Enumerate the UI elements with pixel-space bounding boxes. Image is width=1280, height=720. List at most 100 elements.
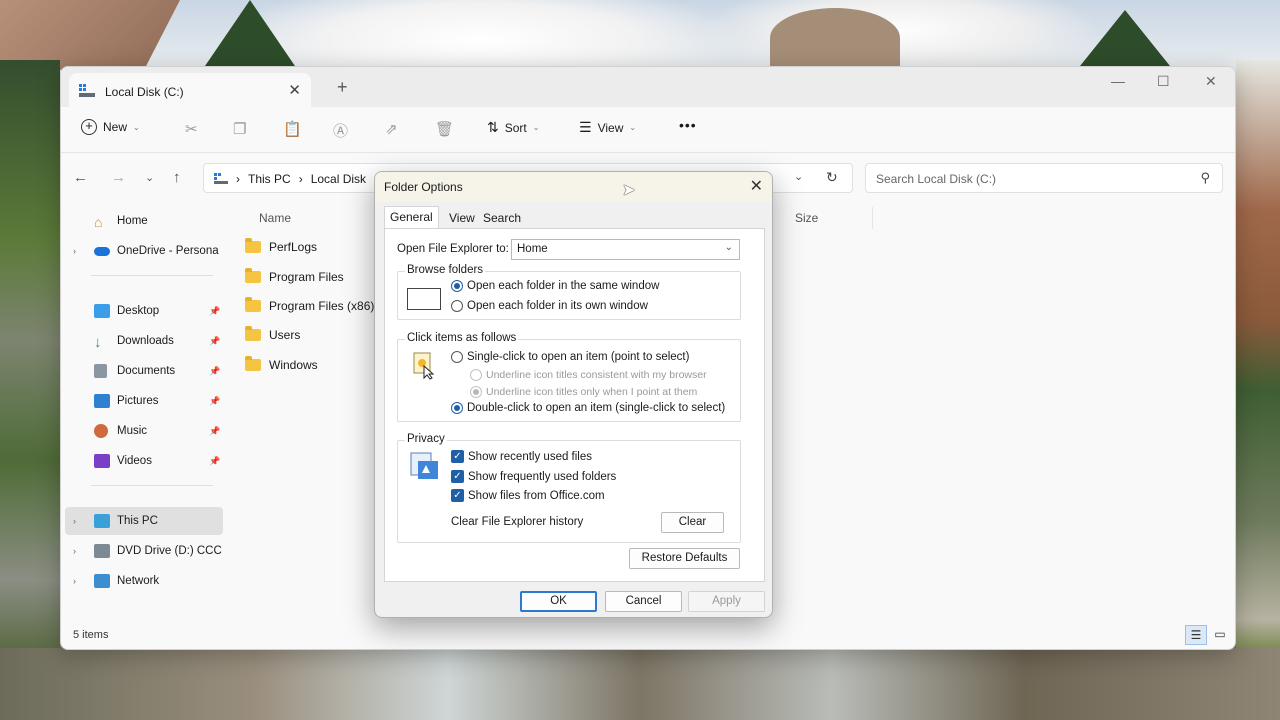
radio-underline-browser[interactable]: Underline icon titles consistent with my… [470, 369, 707, 381]
sidebar-item-music[interactable]: Music 📌 [61, 417, 223, 445]
checkmark-icon: ✓ [451, 470, 464, 483]
sidebar-item-this-pc[interactable]: › This PC [65, 507, 223, 535]
checkbox-frequent-folders[interactable]: ✓ Show frequently used folders [451, 470, 616, 483]
tab-general[interactable]: General [384, 206, 439, 229]
list-item[interactable]: Windows [245, 353, 318, 377]
checkbox-label: Show frequently used folders [468, 470, 617, 483]
maximize-button[interactable]: ☐ [1157, 73, 1170, 90]
clear-button[interactable]: Clear [661, 512, 724, 533]
chevron-right-icon[interactable]: › [73, 246, 76, 256]
pc-icon [94, 514, 110, 528]
pin-icon[interactable]: 📌 [209, 336, 220, 347]
sort-label: Sort [504, 120, 527, 135]
sidebar-item-home[interactable]: ⌂ Home [61, 207, 223, 235]
column-header-name[interactable]: Name [259, 211, 291, 225]
mouse-pointer-icon: ➤ [622, 182, 636, 199]
sidebar-item-label: Videos [117, 455, 152, 467]
radio-underline-point[interactable]: Underline icon titles only when I point … [470, 386, 697, 398]
radio-own-window[interactable]: Open each folder in its own window [451, 300, 648, 312]
refresh-icon[interactable]: ↻ [826, 169, 838, 186]
cut-icon[interactable]: ✂ [185, 120, 198, 138]
recent-locations-icon[interactable]: ⌄ [145, 171, 154, 184]
radio-dot [470, 386, 482, 398]
folder-icon [245, 356, 261, 371]
divider [91, 275, 213, 276]
rename-icon[interactable]: Ⓐ [333, 120, 348, 141]
folder-icon [245, 238, 261, 253]
close-window-button[interactable]: ✕ [1205, 73, 1217, 90]
close-icon[interactable]: ✕ [750, 176, 763, 196]
sidebar-item-dvd-drive[interactable]: › DVD Drive (D:) CCC [61, 537, 223, 565]
tab-local-disk[interactable]: Local Disk (C:) ✕ [69, 73, 311, 107]
sidebar-item-onedrive[interactable]: › OneDrive - Persona [61, 237, 223, 265]
tiles-view-icon[interactable]: ▭ [1209, 625, 1231, 645]
checkbox-recent-files[interactable]: ✓ Show recently used files [451, 450, 592, 463]
minimize-button[interactable]: — [1111, 73, 1125, 89]
paste-icon[interactable]: 📋 [283, 120, 302, 138]
sidebar-item-label: Network [117, 575, 160, 587]
breadcrumb-this-pc[interactable]: This PC [248, 172, 291, 186]
pin-icon[interactable]: 📌 [209, 396, 220, 407]
apply-button[interactable]: Apply [688, 591, 765, 612]
column-header-size[interactable]: Size [795, 211, 818, 225]
list-item[interactable]: Program Files (x86) [245, 294, 374, 318]
cancel-button[interactable]: Cancel [605, 591, 682, 612]
copy-icon[interactable]: ❐ [233, 120, 246, 138]
list-item[interactable]: Users [245, 323, 300, 347]
list-item[interactable]: PerfLogs [245, 235, 317, 259]
share-icon[interactable]: ⇗ [385, 120, 398, 138]
restore-defaults-button[interactable]: Restore Defaults [629, 548, 740, 569]
new-button[interactable]: + New ⌄ [81, 119, 140, 135]
radio-dot [451, 351, 463, 363]
back-arrow-icon[interactable]: ← [73, 169, 88, 186]
address-dropdown-icon[interactable]: ⌄ [794, 170, 803, 183]
radio-label: Open each folder in its own window [467, 300, 648, 312]
chevron-right-icon[interactable]: › [73, 576, 76, 586]
drive-icon [79, 84, 95, 97]
view-button[interactable]: ☰ View ⌄ [579, 119, 636, 136]
open-to-select[interactable]: Home ⌄ [511, 239, 740, 260]
ok-button[interactable]: OK [520, 591, 597, 612]
up-arrow-icon[interactable]: ↑ [173, 169, 181, 186]
sidebar-item-downloads[interactable]: ↓ Downloads 📌 [61, 327, 223, 355]
delete-icon[interactable]: 🗑 [435, 120, 454, 138]
pin-icon[interactable]: 📌 [209, 426, 220, 437]
chevron-down-icon: ⌄ [629, 123, 637, 132]
sidebar-item-desktop[interactable]: Desktop 📌 [61, 297, 223, 325]
radio-single-click[interactable]: Single-click to open an item (point to s… [451, 351, 689, 363]
tab-view[interactable]: View [444, 208, 480, 229]
tab-search[interactable]: Search [478, 208, 526, 229]
chevron-right-icon[interactable]: › [73, 516, 76, 526]
search-input[interactable]: Search Local Disk (C:) ⚲ [865, 163, 1223, 193]
search-icon[interactable]: ⚲ [1200, 170, 1210, 186]
chevron-right-icon[interactable]: › [73, 546, 76, 556]
pin-icon[interactable]: 📌 [209, 366, 220, 377]
sidebar-item-documents[interactable]: Documents 📌 [61, 357, 223, 385]
videos-icon [94, 454, 110, 468]
sidebar-item-network[interactable]: › Network [61, 567, 223, 595]
open-to-label: Open File Explorer to: [397, 243, 509, 255]
checkbox-office-files[interactable]: ✓ Show files from Office.com [451, 489, 605, 502]
pin-icon[interactable]: 📌 [209, 456, 220, 467]
close-tab-icon[interactable]: ✕ [288, 81, 301, 99]
radio-label: Single-click to open an item (point to s… [467, 351, 690, 363]
more-options-button[interactable]: ••• [679, 117, 697, 133]
sidebar-item-pictures[interactable]: Pictures 📌 [61, 387, 223, 415]
radio-same-window[interactable]: Open each folder in the same window [451, 280, 659, 292]
cloud-icon [94, 247, 110, 256]
forward-arrow-icon[interactable]: → [111, 169, 126, 186]
plus-circle-icon: + [81, 119, 97, 135]
list-item[interactable]: Program Files [245, 265, 344, 289]
radio-double-click[interactable]: Double-click to open an item (single-cli… [451, 402, 725, 414]
breadcrumb-local-disk[interactable]: Local Disk [311, 172, 366, 186]
radio-dot [451, 280, 463, 292]
view-label: View [597, 120, 624, 135]
pin-icon[interactable]: 📌 [209, 306, 220, 317]
pc-icon [214, 173, 228, 184]
checkmark-icon: ✓ [451, 489, 464, 502]
sidebar-item-label: OneDrive - Persona [117, 245, 219, 257]
new-tab-button[interactable]: + [337, 77, 348, 98]
sort-button[interactable]: ⇅ Sort ⌄ [487, 119, 539, 136]
sidebar-item-videos[interactable]: Videos 📌 [61, 447, 223, 475]
details-view-icon[interactable]: ☰ [1185, 625, 1207, 645]
